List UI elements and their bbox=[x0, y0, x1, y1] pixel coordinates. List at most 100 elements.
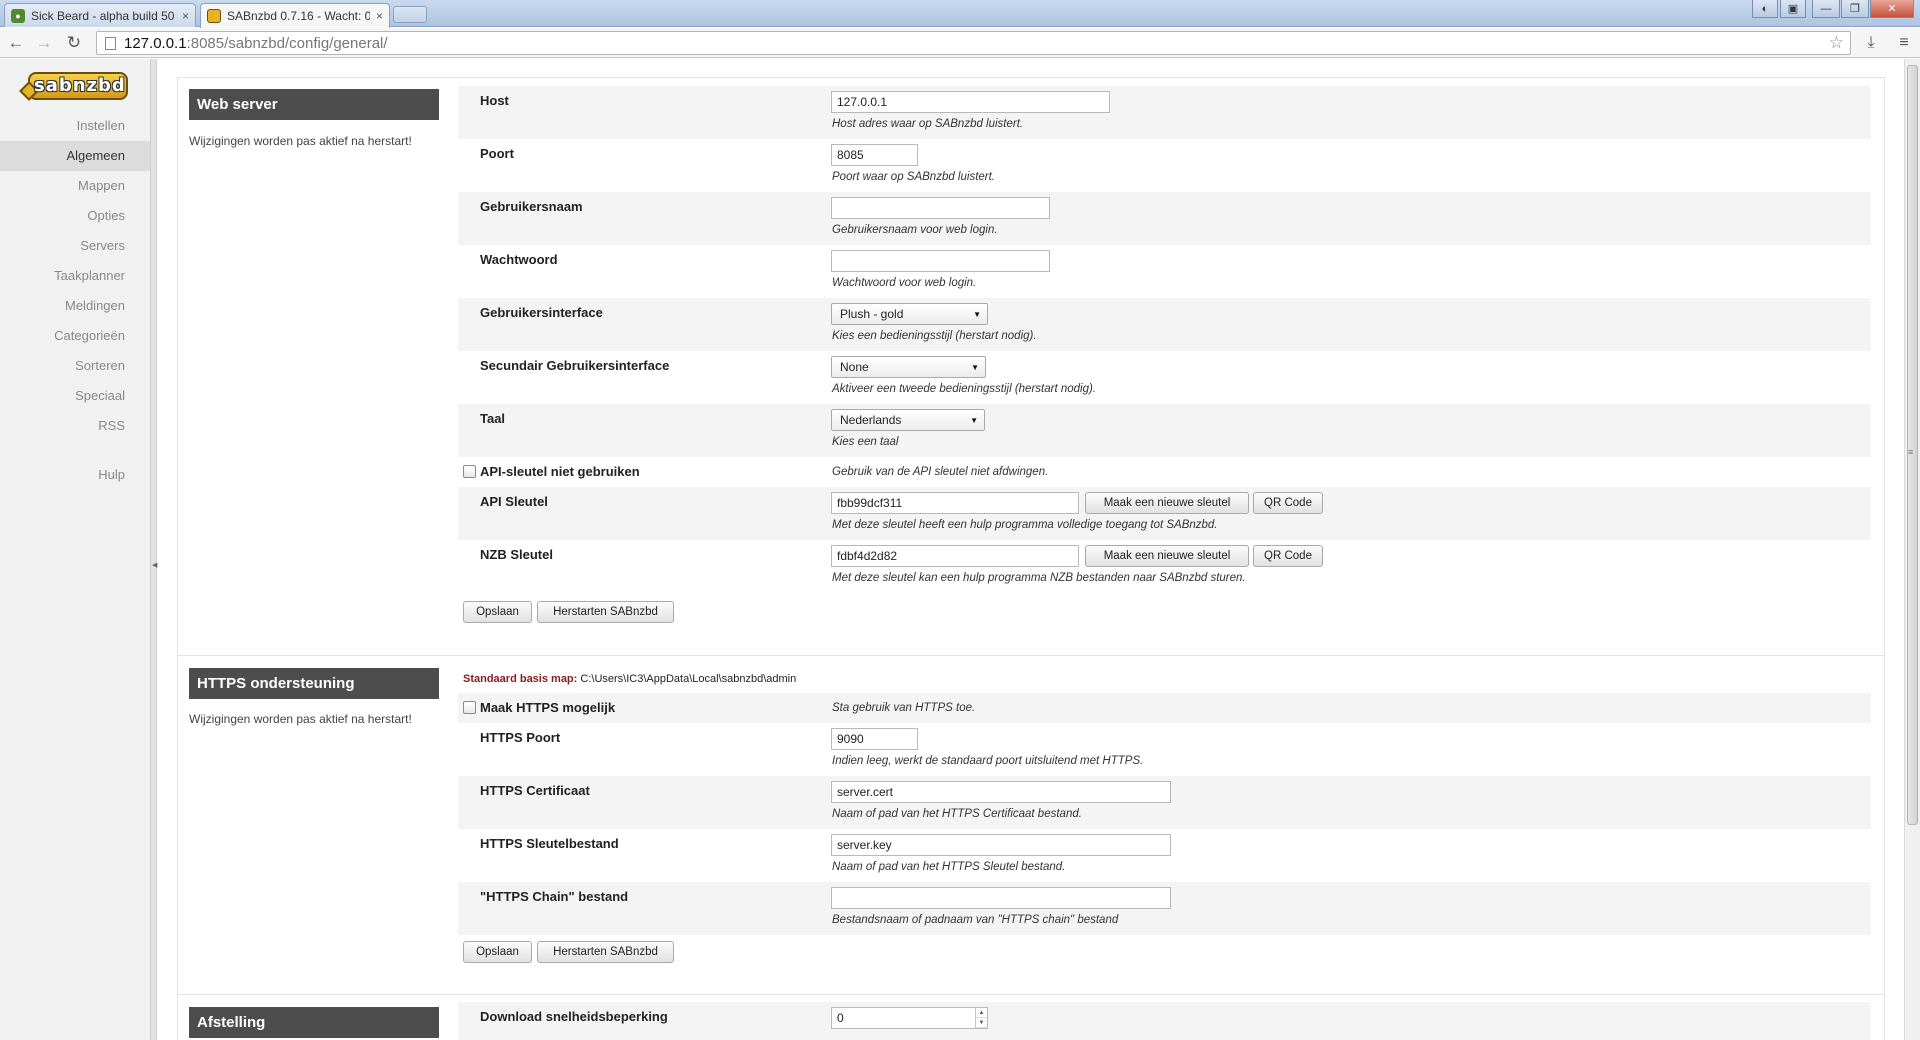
reload-icon[interactable]: ↻ bbox=[62, 32, 86, 54]
sidebar-collapse-handle[interactable]: ◀ bbox=[150, 59, 157, 1040]
tab-sabnzbd[interactable]: SABnzbd 0.7.16 - Wacht: 0 × bbox=[200, 3, 390, 28]
new-api-key-button[interactable]: Maak een nieuwe sleutel bbox=[1085, 492, 1249, 514]
scrollbar-thumb[interactable] bbox=[1907, 65, 1918, 825]
speed-limit-input[interactable]: 0 ▲ ▼ bbox=[831, 1007, 988, 1029]
username-label: Gebruikersnaam bbox=[480, 199, 583, 214]
nzb-key-input[interactable]: fdbf4d2d82 bbox=[831, 545, 1079, 567]
minimize-icon[interactable]: — bbox=[1812, 0, 1840, 18]
sidebar-item-meldingen[interactable]: Meldingen bbox=[0, 291, 150, 321]
sick-beard-favicon-icon: ● bbox=[11, 8, 25, 23]
spin-down-icon[interactable]: ▼ bbox=[976, 1018, 987, 1028]
sabnzbd-logo[interactable]: sabnzbd bbox=[19, 70, 130, 103]
sidebar-item-instellen[interactable]: Instellen bbox=[0, 111, 150, 141]
save-button[interactable]: Opslaan bbox=[463, 941, 532, 963]
back-arrow-icon[interactable]: ← bbox=[4, 32, 28, 54]
api-key-row: API Sleutel fbb99dcf311 Maak een nieuwe … bbox=[458, 487, 1871, 540]
tab-title: SABnzbd 0.7.16 - Wacht: 0 bbox=[227, 9, 370, 23]
window-close-icon[interactable]: ✕ bbox=[1870, 0, 1914, 18]
download-icon[interactable]: ⤓ bbox=[1860, 32, 1882, 54]
no-api-checkbox[interactable] bbox=[463, 465, 476, 478]
base-folder: Standaard basis map: C:\Users\IC3\AppDat… bbox=[463, 673, 796, 685]
nzb-qr-code-button[interactable]: QR Code bbox=[1253, 545, 1323, 567]
api-key-input[interactable]: fbb99dcf311 bbox=[831, 492, 1079, 514]
restart-button[interactable]: Herstarten SABnzbd bbox=[537, 601, 674, 623]
menu-icon[interactable]: ≡ bbox=[1893, 32, 1915, 54]
ui2-select-value: None bbox=[840, 360, 869, 374]
new-nzb-key-button[interactable]: Maak een nieuwe sleutel bbox=[1085, 545, 1249, 567]
https-key-input[interactable]: server.key bbox=[831, 834, 1171, 856]
forward-arrow-icon[interactable]: → bbox=[32, 32, 56, 54]
spin-up-icon[interactable]: ▲ bbox=[976, 1008, 987, 1018]
language-select-value: Nederlands bbox=[840, 413, 902, 427]
api-key-desc: Met deze sleutel heeft een hulp programm… bbox=[832, 519, 1218, 531]
new-tab-button[interactable] bbox=[393, 6, 427, 23]
https-chain-label: "HTTPS Chain" bestand bbox=[480, 889, 629, 904]
section-note: Wijzigingen worden pas aktief na herstar… bbox=[189, 712, 412, 726]
restore-icon[interactable]: ❐ bbox=[1841, 0, 1869, 18]
https-port-desc: Indien leeg, werkt de standaard poort ui… bbox=[832, 755, 1144, 767]
nzb-key-label: NZB Sleutel bbox=[480, 547, 553, 562]
port-label: Poort bbox=[480, 146, 514, 161]
logo-text: sabnzbd bbox=[34, 75, 126, 96]
https-cert-input[interactable]: server.cert bbox=[831, 781, 1171, 803]
https-enable-label: Maak HTTPS mogelijk bbox=[480, 700, 616, 715]
tab-close-icon[interactable]: × bbox=[376, 9, 383, 23]
restart-button[interactable]: Herstarten SABnzbd bbox=[537, 941, 674, 963]
api-qr-code-button[interactable]: QR Code bbox=[1253, 492, 1323, 514]
window-tile-icon[interactable]: ▣ bbox=[1780, 0, 1806, 18]
language-label: Taal bbox=[480, 411, 506, 426]
speed-limit-spinner[interactable]: ▲ ▼ bbox=[975, 1008, 987, 1028]
sabnzbd-favicon-icon bbox=[207, 9, 221, 23]
language-select[interactable]: Nederlands ▼ bbox=[831, 409, 985, 431]
no-api-row: API-sleutel niet gebruiken Gebruik van d… bbox=[458, 457, 1871, 487]
browser-tab-strip: ● Sick Beard - alpha build 50 × SABnzbd … bbox=[0, 0, 1920, 28]
bookmark-star-icon[interactable]: ☆ bbox=[1829, 33, 1844, 53]
sidebar-item-servers[interactable]: Servers bbox=[0, 231, 150, 261]
ui2-select[interactable]: None ▼ bbox=[831, 356, 986, 378]
host-input[interactable]: 127.0.0.1 bbox=[831, 91, 1110, 113]
nzb-key-row: NZB Sleutel fdbf4d2d82 Maak een nieuwe s… bbox=[458, 540, 1871, 593]
https-port-label: HTTPS Poort bbox=[480, 730, 561, 745]
sidebar-item-speciaal[interactable]: Speciaal bbox=[0, 381, 150, 411]
sidebar-item-algemeen[interactable]: Algemeen bbox=[0, 141, 150, 171]
chevron-down-icon: ▼ bbox=[971, 363, 979, 372]
speed-limit-label: Download snelheidsbeperking bbox=[480, 1009, 668, 1024]
nzb-key-desc: Met deze sleutel kan een hulp programma … bbox=[832, 572, 1246, 584]
ui-select[interactable]: Plush - gold ▼ bbox=[831, 303, 988, 325]
sidebar-item-taakplanner[interactable]: Taakplanner bbox=[0, 261, 150, 291]
api-key-label: API Sleutel bbox=[480, 494, 548, 509]
sidebar-item-categorieen[interactable]: Categorieën bbox=[0, 321, 150, 351]
language-desc: Kies een taal bbox=[832, 436, 899, 448]
ui-row: Gebruikersinterface Plush - gold ▼ Kies e… bbox=[458, 298, 1871, 351]
https-cert-label: HTTPS Certificaat bbox=[480, 783, 590, 798]
address-bar[interactable]: 127.0.0.1:8085/sabnzbd/config/general/ ☆ bbox=[96, 31, 1851, 55]
https-port-input[interactable]: 9090 bbox=[831, 728, 918, 750]
save-button[interactable]: Opslaan bbox=[463, 601, 532, 623]
chevron-down-icon: ▼ bbox=[970, 416, 978, 425]
window-extra-icon[interactable]: ◐ bbox=[1752, 0, 1778, 18]
https-enable-desc: Sta gebruik van HTTPS toe. bbox=[832, 702, 976, 714]
https-enable-row: Maak HTTPS mogelijk Sta gebruik van HTTP… bbox=[458, 693, 1871, 723]
sidebar-item-opties[interactable]: Opties bbox=[0, 201, 150, 231]
password-input[interactable] bbox=[831, 250, 1050, 272]
username-input[interactable] bbox=[831, 197, 1050, 219]
https-key-desc: Naam of pad van het HTTPS Sleutel bestan… bbox=[832, 861, 1066, 873]
port-input[interactable]: 8085 bbox=[831, 144, 918, 166]
section-web-server: Web server Wijzigingen worden pas aktief… bbox=[178, 78, 1884, 656]
sidebar-item-rss[interactable]: RSS bbox=[0, 411, 150, 441]
tab-sick-beard[interactable]: ● Sick Beard - alpha build 50 × bbox=[4, 3, 196, 27]
sidebar-item-sorteren[interactable]: Sorteren bbox=[0, 351, 150, 381]
sidebar-item-mappen[interactable]: Mappen bbox=[0, 171, 150, 201]
https-enable-checkbox[interactable] bbox=[463, 701, 476, 714]
ui-desc: Kies een bedieningsstijl (herstart nodig… bbox=[832, 330, 1037, 342]
chevron-down-icon: ▼ bbox=[973, 310, 981, 319]
page-scrollbar[interactable]: ≡ bbox=[1904, 59, 1920, 1040]
base-folder-path: C:\Users\IC3\AppData\Local\sabnzbd\admin bbox=[580, 673, 797, 685]
https-chain-input[interactable] bbox=[831, 887, 1171, 909]
section-tuning: Afstelling Download snelheidsbeperking 0… bbox=[178, 995, 1884, 1040]
speed-limit-value: 0 bbox=[837, 1011, 844, 1025]
password-desc: Wachtwoord voor web login. bbox=[832, 277, 977, 289]
https-key-row: HTTPS Sleutelbestand server.key Naam of … bbox=[458, 829, 1871, 882]
tab-close-icon[interactable]: × bbox=[182, 9, 189, 23]
sidebar-item-hulp[interactable]: Hulp bbox=[0, 460, 150, 490]
